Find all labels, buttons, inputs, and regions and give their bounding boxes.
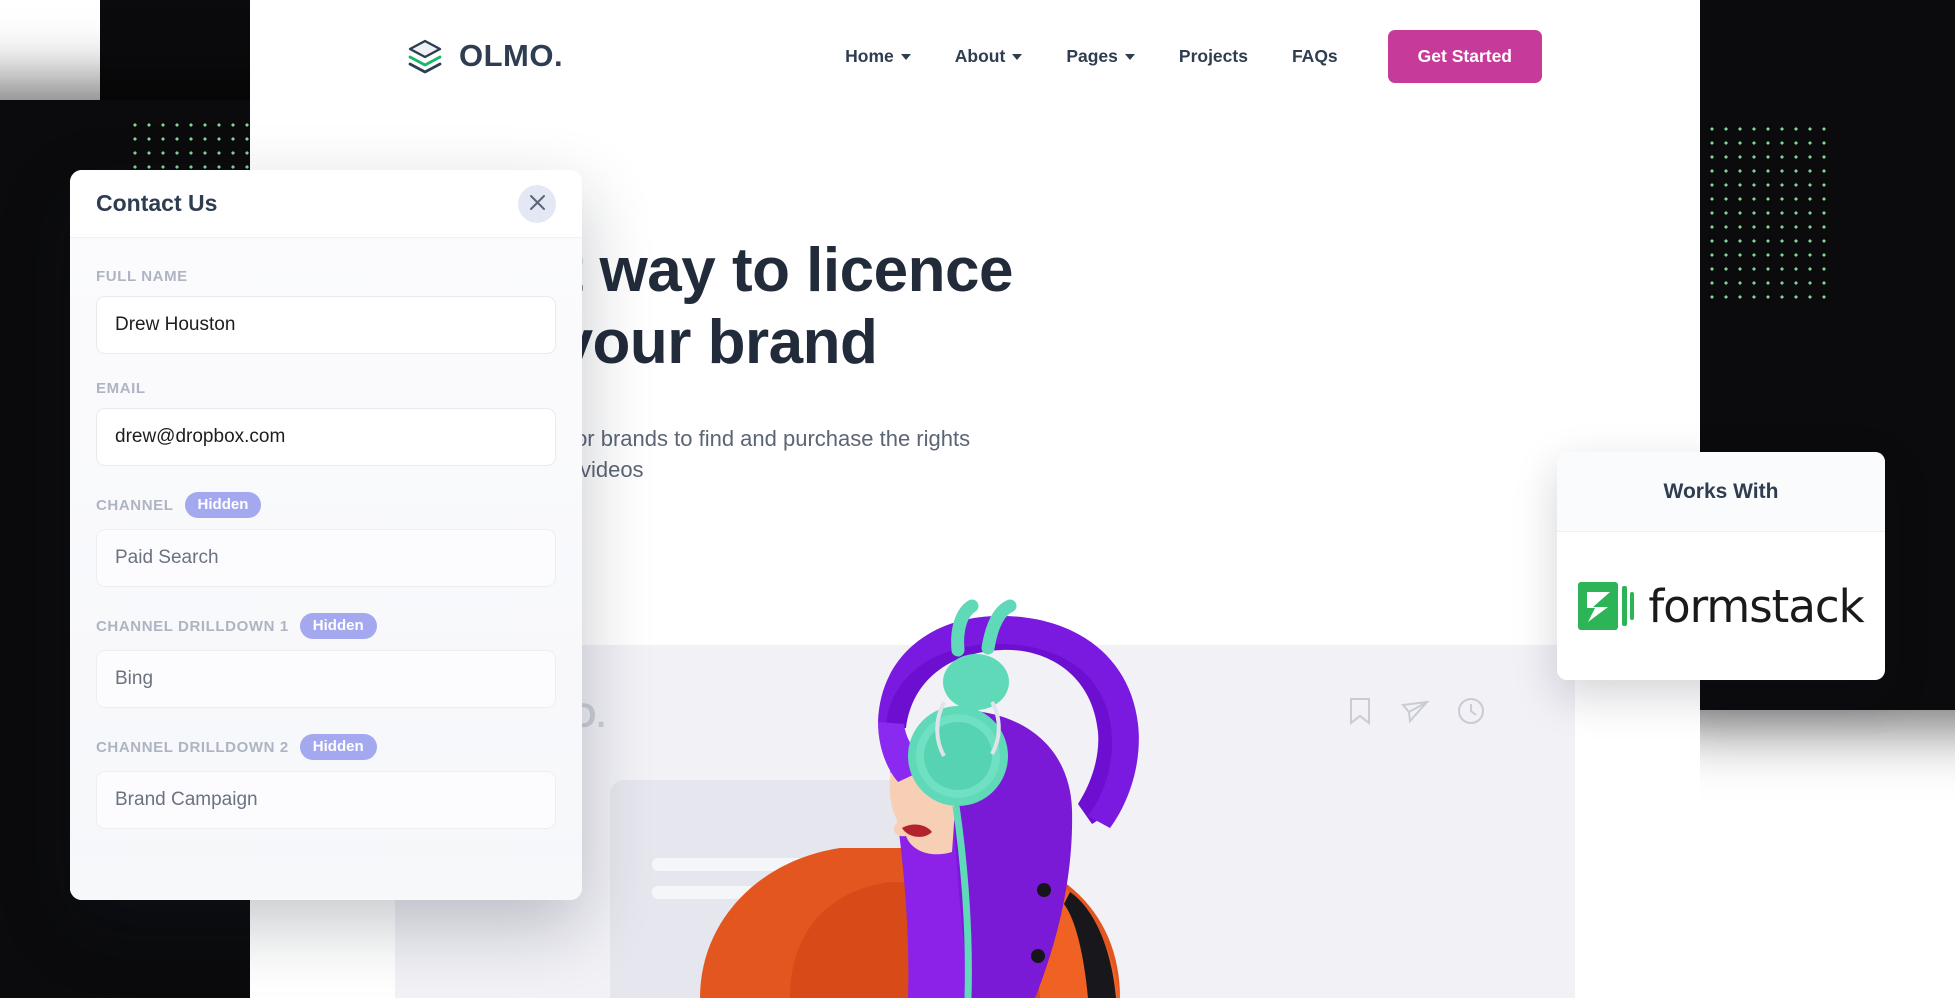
nav-item-label: Pages: [1066, 45, 1118, 66]
formstack-wordmark: formstack: [1648, 579, 1864, 633]
works-with-partner: formstack: [1557, 532, 1885, 680]
hero-photo: [640, 560, 1160, 998]
works-with-heading: Works With: [1557, 452, 1885, 532]
email-input[interactable]: drew@dropbox.com: [96, 408, 556, 466]
field-label-row: CHANNEL DRILLDOWN 2 Hidden: [96, 734, 556, 760]
nav-item-home[interactable]: Home: [823, 36, 933, 77]
field-full-name: FULL NAME Drew Houston: [96, 268, 556, 354]
channel-drilldown-2-input[interactable]: Brand Campaign: [96, 771, 556, 829]
field-label: CHANNEL DRILLDOWN 2: [96, 738, 289, 756]
green-dot-pattern-right: [1705, 122, 1827, 308]
nav-item-faqs[interactable]: FAQs: [1270, 36, 1360, 77]
chevron-down-icon: [1012, 54, 1023, 60]
channel-input[interactable]: Paid Search: [96, 529, 556, 587]
preview-toolbar: [1347, 697, 1485, 725]
field-label-row: EMAIL: [96, 380, 556, 397]
chevron-down-icon: [1124, 54, 1135, 60]
field-channel-drilldown-1: CHANNEL DRILLDOWN 1 Hidden Bing: [96, 613, 556, 708]
clock-icon[interactable]: [1457, 697, 1485, 725]
layers-stack-icon: [405, 36, 445, 76]
channel-drilldown-1-input[interactable]: Bing: [96, 650, 556, 708]
modal-body: FULL NAME Drew Houston EMAIL drew@dropbo…: [70, 238, 582, 900]
close-button[interactable]: [518, 184, 556, 223]
field-channel: CHANNEL Hidden Paid Search: [96, 492, 556, 587]
screenshot-stage: O. OLMO. Home About Pages Projects FAQs …: [0, 0, 1955, 998]
contact-us-modal: Contact Us FULL NAME Drew Houston EMAIL: [70, 170, 582, 900]
field-email: EMAIL drew@dropbox.com: [96, 380, 556, 466]
nav-item-label: Home: [845, 45, 894, 66]
navbar: OLMO. Home About Pages Projects FAQs Get…: [250, 0, 1700, 112]
full-name-input[interactable]: Drew Houston: [96, 296, 556, 354]
chevron-down-icon: [900, 54, 911, 60]
nav-item-label: FAQs: [1291, 45, 1338, 66]
formstack-logo-icon: [1578, 580, 1636, 632]
field-label-row: CHANNEL DRILLDOWN 1 Hidden: [96, 613, 556, 639]
bookmark-icon[interactable]: [1347, 697, 1373, 725]
nav-item-about[interactable]: About: [933, 36, 1045, 77]
nav-item-label: Projects: [1178, 45, 1248, 66]
field-label: CHANNEL: [96, 496, 174, 514]
nav-links: Home About Pages Projects FAQs Get Start…: [823, 29, 1542, 83]
field-label: CHANNEL DRILLDOWN 1: [96, 617, 289, 635]
nav-item-pages[interactable]: Pages: [1044, 36, 1157, 77]
works-with-card: Works With formstack: [1557, 452, 1885, 680]
hidden-badge: Hidden: [184, 492, 262, 518]
nav-item-label: About: [954, 45, 1006, 66]
hidden-badge: Hidden: [299, 734, 377, 760]
modal-header: Contact Us: [70, 170, 582, 238]
field-label: EMAIL: [96, 380, 146, 397]
field-label-row: CHANNEL Hidden: [96, 492, 556, 518]
brand-name: OLMO.: [459, 38, 564, 73]
brand-logo[interactable]: OLMO.: [405, 36, 563, 76]
send-icon[interactable]: [1401, 697, 1429, 725]
field-label: FULL NAME: [96, 268, 188, 285]
hidden-badge: Hidden: [299, 613, 377, 639]
modal-title: Contact Us: [96, 190, 218, 216]
field-channel-drilldown-2: CHANNEL DRILLDOWN 2 Hidden Brand Campaig…: [96, 734, 556, 829]
get-started-button[interactable]: Get Started: [1387, 29, 1542, 83]
field-label-row: FULL NAME: [96, 268, 556, 285]
close-icon: [529, 194, 546, 214]
nav-item-projects[interactable]: Projects: [1157, 36, 1270, 77]
